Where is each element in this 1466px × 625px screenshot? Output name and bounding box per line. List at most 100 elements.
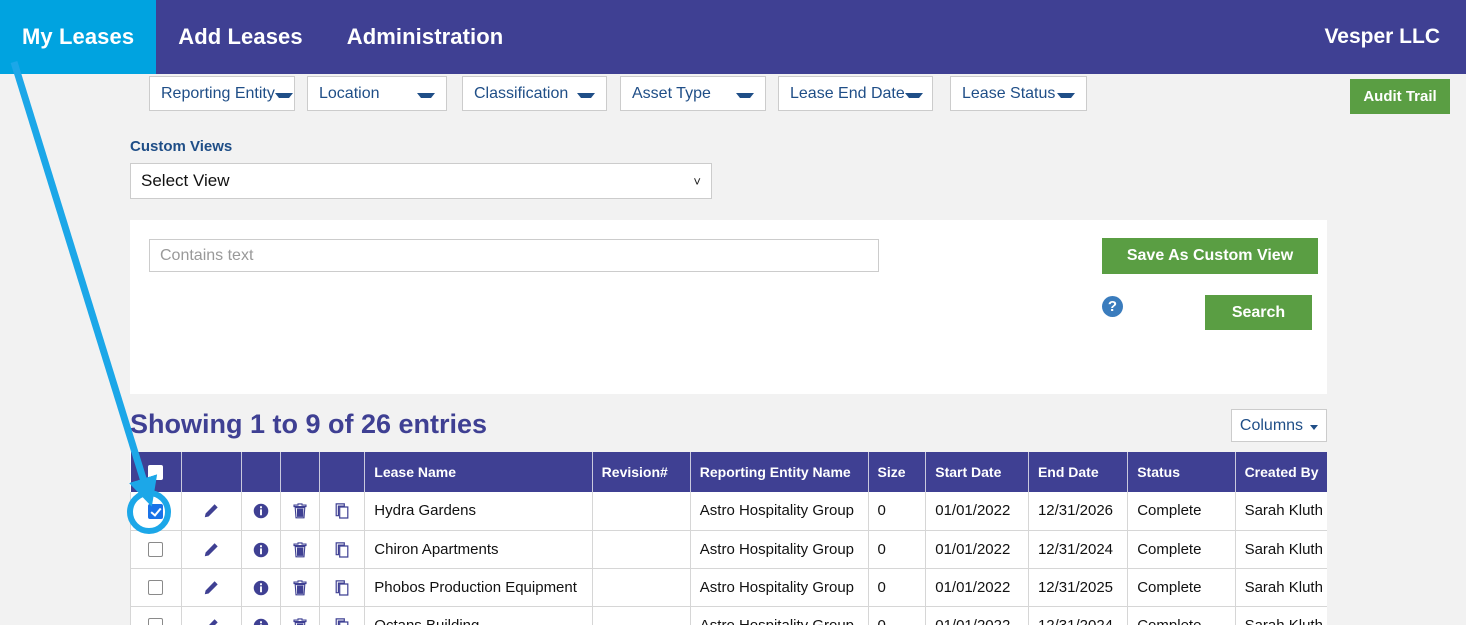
column-header-label: Reporting Entity Name (699, 464, 851, 480)
save-as-custom-view-button[interactable]: Save As Custom View (1102, 238, 1318, 274)
filter-dropdown-label: Classification (474, 84, 569, 102)
cell-select[interactable] (130, 530, 182, 569)
info-icon[interactable] (253, 542, 269, 558)
trash-icon[interactable] (292, 541, 308, 558)
nav-tab-add-leases[interactable]: Add Leases (156, 0, 325, 74)
nav-tab-administration[interactable]: Administration (325, 0, 526, 74)
cell-select[interactable] (130, 606, 182, 625)
cell-start: 01/01/2022 (925, 606, 1029, 625)
cell-value: 01/01/2022 (935, 540, 1011, 558)
cell-copy[interactable] (319, 568, 366, 607)
filter-dropdown-classification[interactable]: Classification (462, 76, 607, 111)
cell-info[interactable] (240, 530, 282, 569)
cell-status: Complete (1127, 606, 1236, 625)
cell-revision (591, 492, 691, 531)
copy-icon[interactable] (334, 617, 350, 625)
cell-entity: Astro Hospitality Group (689, 568, 869, 607)
cell-select[interactable] (130, 492, 182, 531)
column-header-created_by[interactable]: Created By (1235, 452, 1327, 492)
cell-size: 0 (867, 492, 927, 531)
audit-trail-button[interactable]: Audit Trail (1350, 79, 1450, 114)
trash-icon[interactable] (292, 617, 308, 625)
custom-views-select[interactable]: Select View ˅ (130, 163, 712, 199)
cell-value: 0 (877, 502, 886, 520)
column-header-size[interactable]: Size (868, 452, 927, 492)
cell-delete[interactable] (280, 492, 321, 531)
column-header-entity[interactable]: Reporting Entity Name (690, 452, 869, 492)
cell-edit[interactable] (180, 492, 242, 531)
cell-edit[interactable] (180, 530, 242, 569)
cell-edit[interactable] (180, 568, 242, 607)
cell-start: 01/01/2022 (925, 530, 1029, 569)
filter-dropdown-asset-type[interactable]: Asset Type (620, 76, 766, 111)
cell-info[interactable] (240, 492, 282, 531)
cell-select[interactable] (130, 568, 182, 607)
cell-delete[interactable] (280, 568, 321, 607)
cell-revision (591, 606, 691, 625)
pencil-icon[interactable] (203, 618, 219, 625)
column-header-end[interactable]: End Date (1028, 452, 1129, 492)
row-select-checkbox[interactable] (148, 503, 164, 519)
columns-button[interactable]: Columns (1231, 409, 1327, 442)
column-header-select[interactable] (130, 452, 182, 492)
organization-name-label: Vesper LLC (1324, 25, 1440, 48)
cell-copy[interactable] (319, 606, 366, 625)
filter-dropdown-lease-end-date[interactable]: Lease End Date (778, 76, 933, 111)
copy-icon[interactable] (334, 541, 350, 558)
chevron-down-icon (904, 93, 923, 98)
cell-size: 0 (867, 568, 927, 607)
cell-name: Octans Building (364, 606, 593, 625)
cell-value: Complete (1137, 540, 1202, 558)
table-row[interactable]: Octans Building Astro Hospitality Group 0 0… (130, 606, 1327, 625)
filter-dropdown-lease-status[interactable]: Lease Status (950, 76, 1087, 111)
column-header-revision[interactable]: Revision# (592, 452, 691, 492)
trash-icon[interactable] (292, 503, 308, 519)
cell-value: 0 (877, 616, 886, 625)
select-all-checkbox[interactable] (148, 465, 164, 481)
top-navigation-bar: My Leases Add Leases Administration Vesp… (0, 0, 1466, 74)
column-header-copy[interactable] (319, 452, 366, 492)
column-header-delete[interactable] (280, 452, 321, 492)
row-select-checkbox[interactable] (148, 618, 164, 625)
lease-table-container[interactable]: Lease Name Revision# Reporting Entity Name… (130, 452, 1327, 625)
cell-value: Complete (1137, 578, 1202, 596)
pencil-icon[interactable] (203, 580, 219, 596)
cell-value: 0 (877, 540, 886, 558)
cell-delete[interactable] (280, 606, 321, 625)
contains-text-input[interactable] (149, 239, 879, 272)
help-icon[interactable]: ? (1102, 296, 1123, 317)
trash-icon[interactable] (292, 579, 308, 596)
cell-entity: Astro Hospitality Group (689, 492, 869, 531)
cell-size: 0 (867, 530, 927, 569)
cell-end: 12/31/2024 (1027, 606, 1129, 625)
pencil-icon[interactable] (203, 542, 219, 558)
cell-end: 12/31/2025 (1027, 568, 1129, 607)
cell-edit[interactable] (180, 606, 242, 625)
column-header-status[interactable]: Status (1127, 452, 1236, 492)
search-button[interactable]: Search (1205, 295, 1312, 330)
table-row[interactable]: Hydra Gardens Astro Hospitality Group 0 01/… (130, 492, 1327, 531)
info-icon[interactable] (253, 580, 269, 596)
column-header-info[interactable] (241, 452, 282, 492)
cell-copy[interactable] (319, 530, 366, 569)
row-select-checkbox[interactable] (148, 580, 164, 596)
copy-icon[interactable] (334, 503, 350, 519)
row-select-checkbox[interactable] (148, 542, 164, 558)
column-header-start[interactable]: Start Date (925, 452, 1029, 492)
table-row[interactable]: Chiron Apartments Astro Hospitality Group… (130, 530, 1327, 569)
cell-info[interactable] (240, 568, 282, 607)
column-header-name[interactable]: Lease Name (364, 452, 593, 492)
info-icon[interactable] (253, 618, 269, 625)
filter-dropdown-reporting-entity[interactable]: Reporting Entity (149, 76, 295, 111)
cell-delete[interactable] (280, 530, 321, 569)
copy-icon[interactable] (334, 579, 350, 596)
nav-tab-my-leases[interactable]: My Leases (0, 0, 157, 74)
cell-status: Complete (1127, 530, 1236, 569)
info-icon[interactable] (253, 503, 269, 519)
filter-dropdown-location[interactable]: Location (307, 76, 447, 111)
pencil-icon[interactable] (203, 503, 219, 519)
table-row[interactable]: Phobos Production Equipment Astro Hospita… (130, 568, 1327, 607)
cell-info[interactable] (240, 606, 282, 625)
cell-copy[interactable] (319, 492, 366, 531)
column-header-edit[interactable] (181, 452, 242, 492)
